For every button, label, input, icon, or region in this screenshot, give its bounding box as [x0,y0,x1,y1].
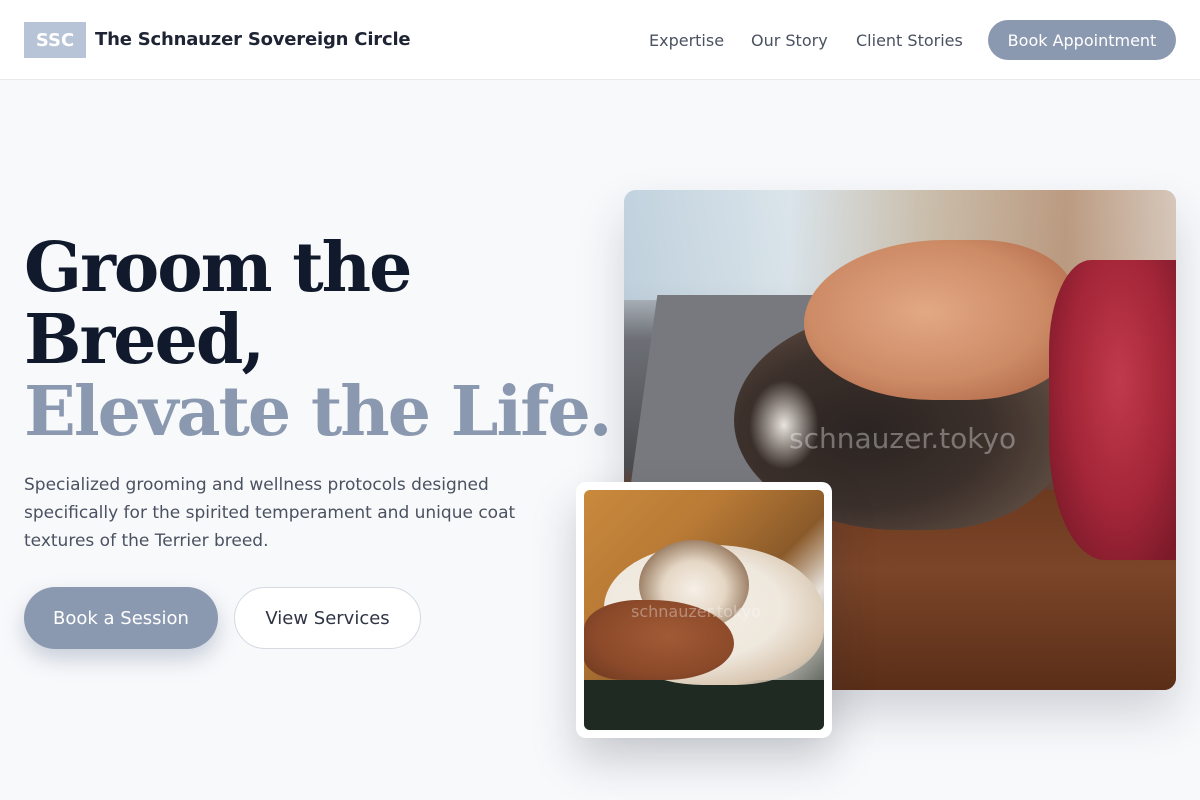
view-services-button[interactable]: View Services [234,587,421,649]
small-photo-floor [584,680,824,730]
book-session-button[interactable]: Book a Session [24,587,218,649]
brand-name[interactable]: The Schnauzer Sovereign Circle [95,29,411,50]
nav-link-client-stories[interactable]: Client Stories [856,31,963,50]
hero-small-photo: schnauzer.tokyo [576,482,832,738]
photo-hand [804,240,1074,400]
small-photo-watermark: schnauzer.tokyo [631,602,761,621]
photo-lace-sleeve [1049,260,1176,560]
nav-link-expertise[interactable]: Expertise [649,31,724,50]
small-photo-frame: schnauzer.tokyo [584,490,824,730]
headline-line-2: Breed, [24,300,265,380]
logo[interactable]: SSC [24,22,86,58]
hero-description: Specialized grooming and wellness protoc… [24,475,516,551]
photo-watermark: schnauzer.tokyo [789,422,1017,455]
site-header: SSC The Schnauzer Sovereign Circle Exper… [0,0,1200,80]
hero-headline: Groom the Breed, Elevate the Life. [24,228,612,452]
book-appointment-button[interactable]: Book Appointment [988,20,1176,60]
headline-accent: Elevate the Life. [24,372,612,452]
headline-line-1: Groom the [24,228,412,308]
nav-link-our-story[interactable]: Our Story [751,31,828,50]
